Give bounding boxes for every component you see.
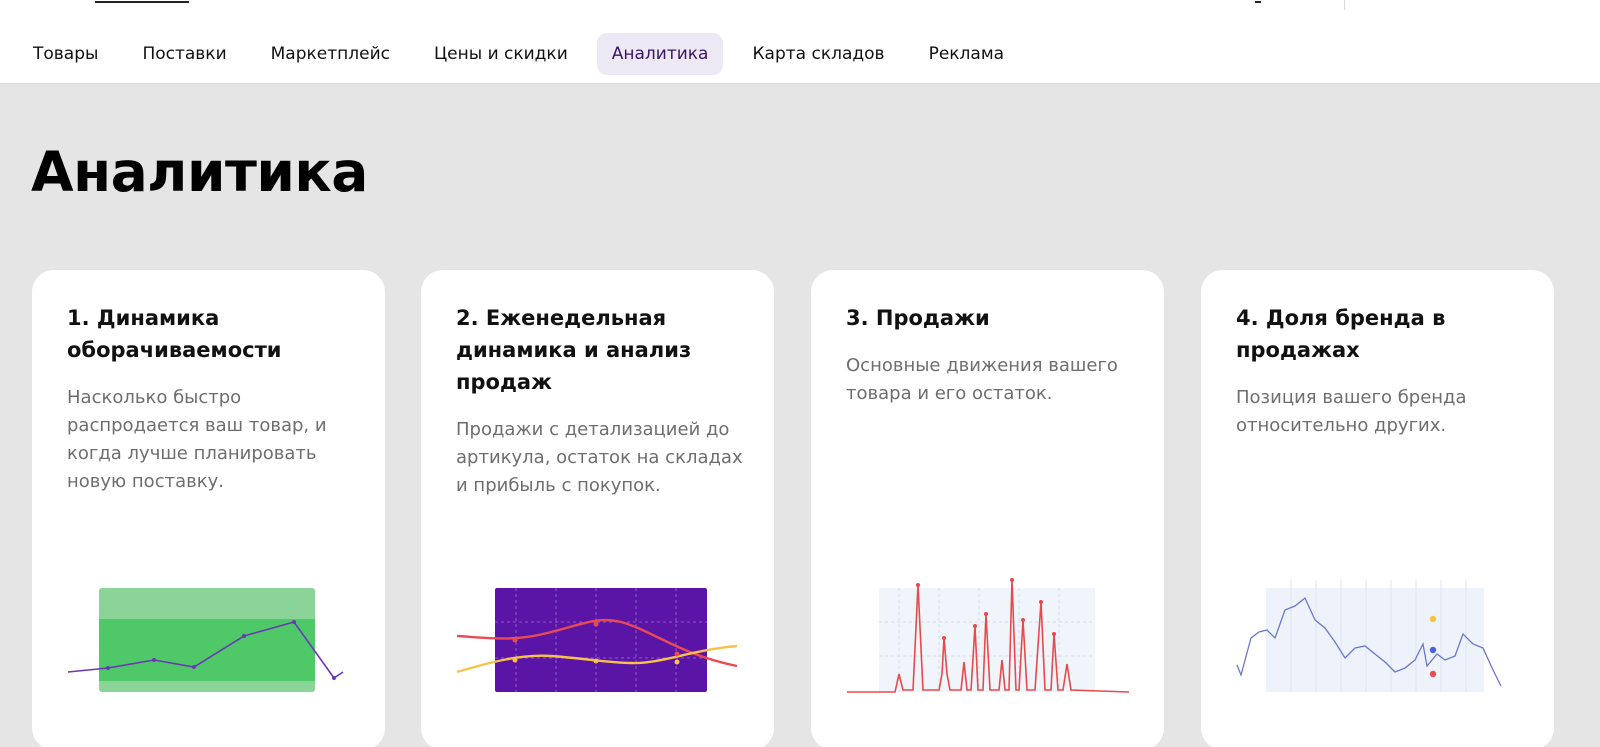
brand-share-chart-illustration bbox=[1236, 580, 1502, 692]
tab-analytics[interactable]: Аналитика bbox=[596, 33, 724, 75]
header-clipped-element bbox=[1255, 0, 1261, 3]
page-title: Аналитика bbox=[31, 140, 368, 204]
tab-tovary[interactable]: Товары bbox=[18, 33, 113, 75]
tab-advertising[interactable]: Реклама bbox=[914, 33, 1020, 75]
card-weekly-sales-dynamics[interactable]: 2. Еженедельная динамика и анализ продаж… bbox=[421, 270, 774, 747]
card-brand-share[interactable]: 4. Доля бренда в продажах Позиция вашего… bbox=[1201, 270, 1554, 747]
section-tabs: Товары Поставки Маркетплейс Цены и скидк… bbox=[18, 33, 1033, 75]
tab-marketplace[interactable]: Маркетплейс bbox=[256, 33, 405, 75]
weekly-sales-chart-illustration bbox=[456, 588, 738, 692]
header-clipped-element bbox=[95, 0, 189, 3]
tab-prices-discounts[interactable]: Цены и скидки bbox=[419, 33, 583, 75]
sales-spikes-chart-illustration bbox=[847, 578, 1130, 693]
top-navigation-bar: Товары Поставки Маркетплейс Цены и скидк… bbox=[0, 0, 1600, 84]
turnover-chart-illustration bbox=[67, 588, 344, 692]
card-sales[interactable]: 3. Продажи Основные движения вашего това… bbox=[811, 270, 1164, 747]
header-divider bbox=[1344, 0, 1345, 10]
tab-warehouse-map[interactable]: Карта складов bbox=[737, 33, 899, 75]
card-turnover-dynamics[interactable]: 1. Динамика оборачиваемости Насколько бы… bbox=[32, 270, 385, 747]
tab-postavki[interactable]: Поставки bbox=[127, 33, 241, 75]
